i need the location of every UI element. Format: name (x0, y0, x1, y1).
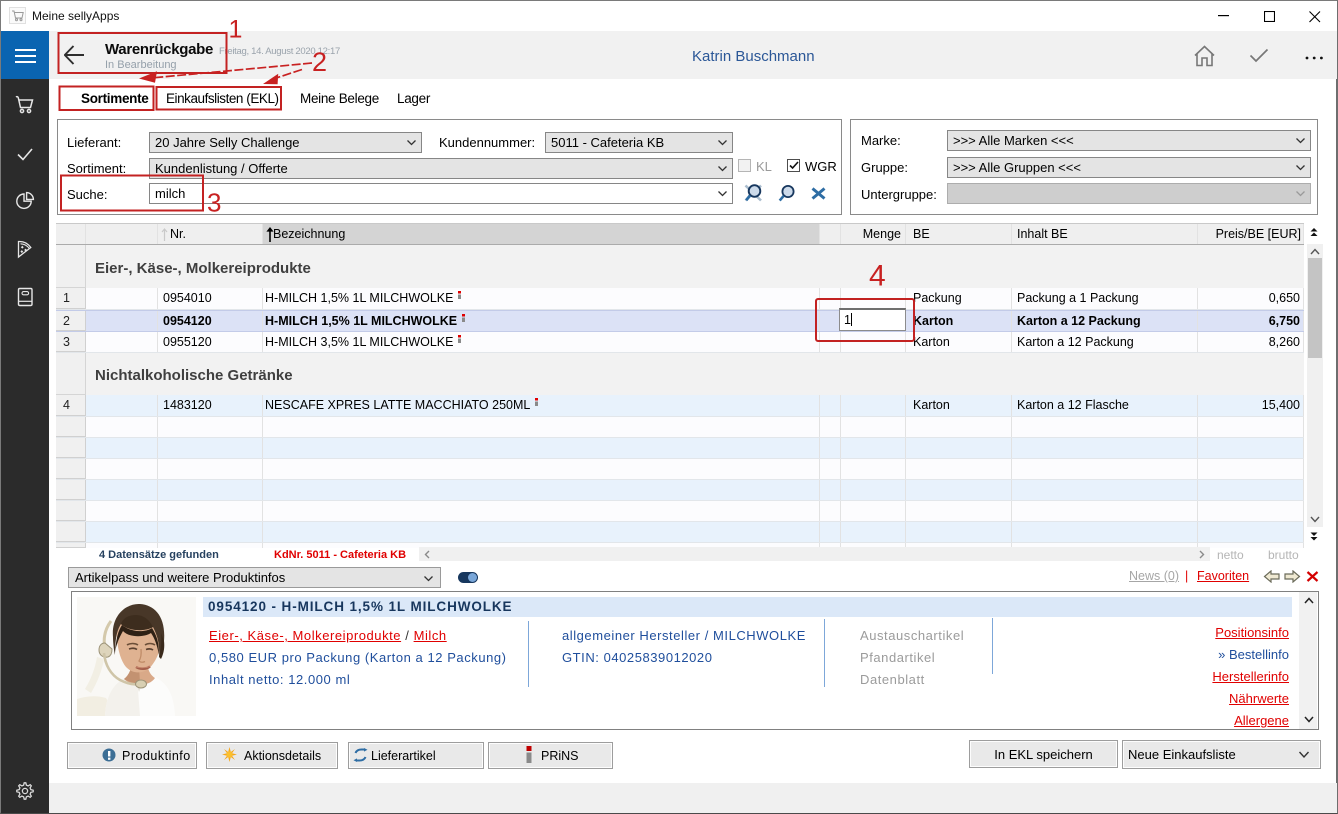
svg-text:3: 3 (207, 188, 221, 218)
svg-text:2: 2 (312, 47, 327, 77)
svg-text:4: 4 (869, 260, 886, 293)
svg-text:1: 1 (229, 16, 243, 44)
